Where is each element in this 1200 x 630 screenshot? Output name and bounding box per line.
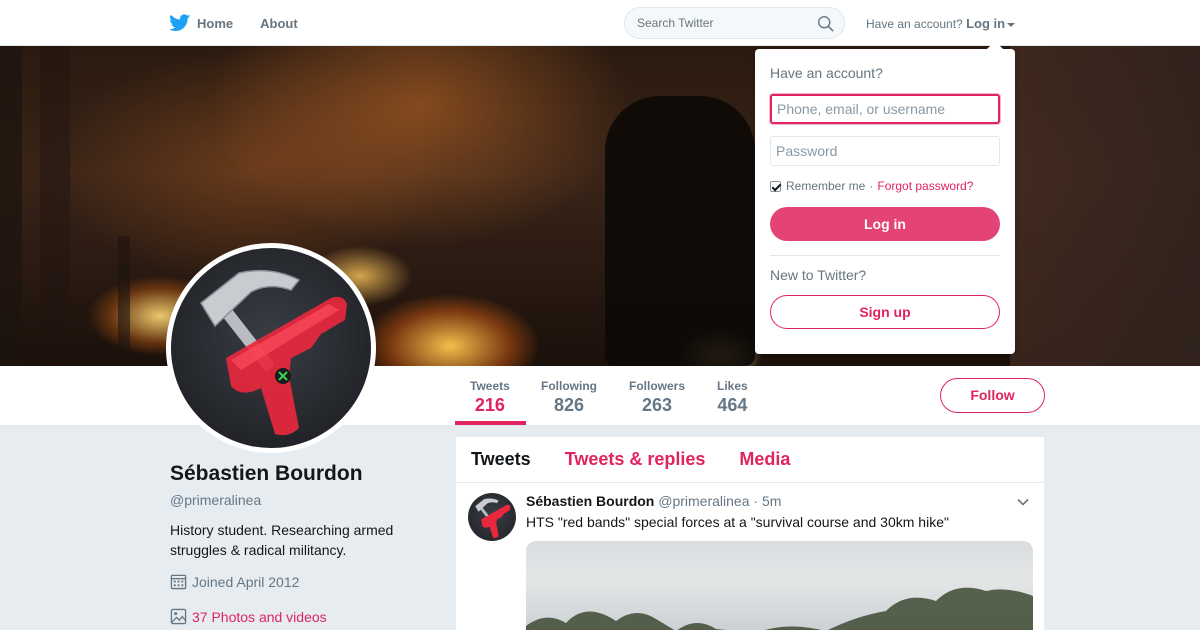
stat-following-value: 826 (553, 395, 585, 415)
remember-row: Remember me · Forgot password? (770, 178, 1000, 194)
remember-me-label[interactable]: Remember me (786, 179, 865, 193)
login-dropdown: Have an account? Remember me · Forgot pa… (755, 41, 1015, 354)
profile-info: Sébastien Bourdon @primeralinea History … (170, 462, 440, 625)
search-icon[interactable] (817, 15, 834, 32)
hammer-and-gun-graphic (200, 269, 347, 436)
active-stat-underline (455, 421, 526, 425)
top-navigation-bar: Home About Have an account? Log in (0, 0, 1200, 46)
nav-home-label: Home (197, 15, 234, 31)
stat-following[interactable]: Following 826 (541, 379, 597, 416)
chevron-down-icon[interactable] (1016, 495, 1030, 509)
tab-media[interactable]: Media (739, 449, 790, 470)
tab-tweets[interactable]: Tweets (471, 449, 531, 470)
search-box (624, 7, 845, 39)
tweet-author-name[interactable]: Sébastien Bourdon (526, 493, 654, 509)
calendar-icon (170, 574, 187, 590)
stat-tweets[interactable]: Tweets 216 (470, 379, 510, 416)
password-field[interactable] (770, 136, 1000, 166)
follow-button[interactable]: Follow (940, 378, 1045, 413)
login-button[interactable]: Log in (770, 207, 1000, 241)
forgot-password-link[interactable]: Forgot password? (877, 179, 973, 193)
stat-followers-label: Followers (629, 379, 686, 393)
stat-followers[interactable]: Followers 263 (629, 379, 685, 416)
stat-likes-label: Likes (717, 379, 748, 393)
profile-joined: Joined April 2012 (170, 573, 440, 590)
remember-me-checkbox[interactable] (770, 180, 781, 192)
login-toggle[interactable]: Log in (966, 16, 1005, 31)
stat-likes-value: 464 (717, 395, 748, 415)
username-field[interactable] (770, 94, 1000, 124)
tweet-header: Sébastien Bourdon @primeralinea · 5m (526, 493, 1032, 511)
avatar-image (171, 248, 371, 448)
tweet[interactable]: Sébastien Bourdon @primeralinea · 5m HTS… (456, 483, 1044, 630)
caret-down-icon (1007, 22, 1016, 27)
signup-button[interactable]: Sign up (770, 295, 1000, 329)
tweet-text: HTS "red bands" special forces at a "sur… (526, 514, 949, 530)
photos-videos-label: 37 Photos and videos (192, 608, 327, 625)
tweet-author-handle[interactable]: @primeralinea (658, 493, 749, 509)
nav-home-link[interactable]: Home (170, 14, 233, 32)
search-input[interactable] (625, 8, 805, 38)
nav-about-link[interactable]: About (260, 16, 298, 31)
tweet-time[interactable]: 5m (762, 493, 781, 509)
login-dropdown-title: Have an account? (770, 65, 883, 81)
tweet-dot: · (753, 493, 759, 509)
tweet-avatar[interactable] (468, 493, 516, 541)
timeline-tabs: Tweets Tweets & replies Media (456, 437, 1044, 483)
profile-name[interactable]: Sébastien Bourdon (170, 462, 440, 486)
timeline: Tweets Tweets & replies Media Sébastien … (456, 437, 1044, 630)
tweet-avatar-graphic (475, 498, 511, 538)
dropdown-divider (770, 255, 1000, 256)
nav-left: Home About (170, 0, 325, 46)
remember-separator: · (869, 179, 874, 193)
stat-followers-value: 263 (641, 395, 673, 415)
stat-likes[interactable]: Likes 464 (717, 379, 748, 416)
joined-text: Joined April 2012 (192, 573, 300, 590)
photo-icon (170, 608, 187, 625)
photos-videos-link[interactable]: 37 Photos and videos (170, 608, 440, 625)
new-to-twitter-text: New to Twitter? (770, 267, 867, 283)
profile-bio: History student. Researching armed strug… (170, 522, 394, 558)
have-account-text: Have an account? (866, 17, 963, 31)
profile-handle[interactable]: @primeralinea (170, 492, 440, 508)
have-account-login[interactable]: Have an account? Log in (866, 16, 1016, 31)
tab-tweets-replies[interactable]: Tweets & replies (565, 449, 706, 470)
profile-avatar[interactable] (166, 243, 376, 453)
stat-tweets-value: 216 (474, 395, 505, 415)
tweet-media-image[interactable] (526, 541, 1033, 630)
stat-following-label: Following (541, 379, 597, 393)
tree-silhouette-graphic (526, 587, 1033, 630)
stat-tweets-label: Tweets (470, 379, 510, 393)
twitter-bird-icon (170, 14, 191, 31)
